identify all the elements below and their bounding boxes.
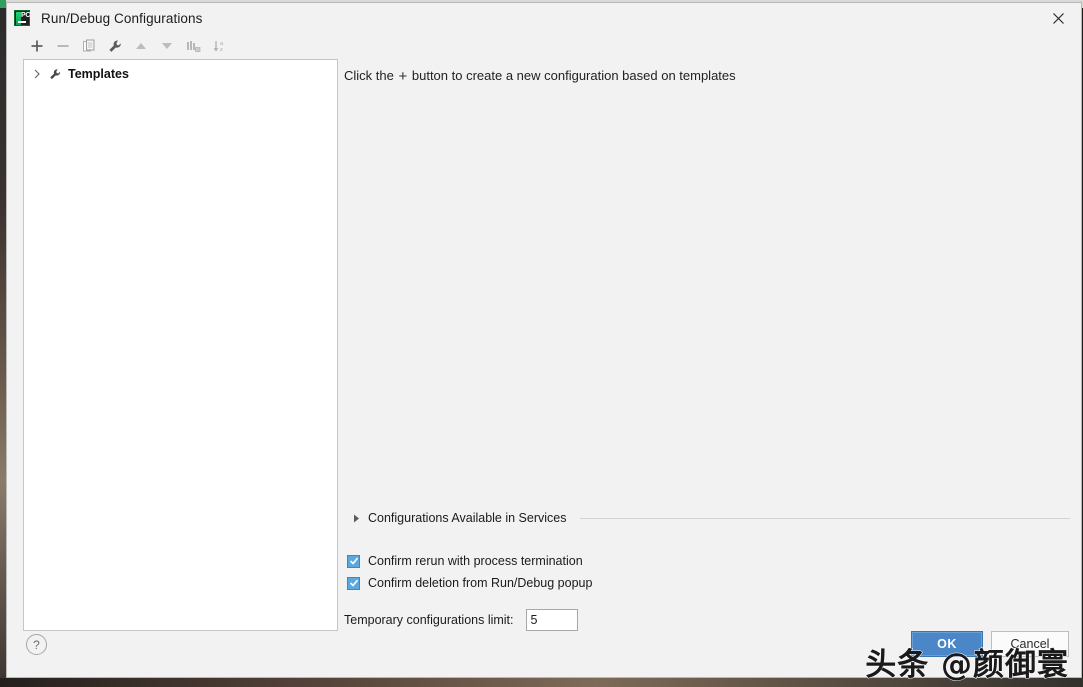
confirm-deletion-checkbox-row[interactable]: Confirm deletion from Run/Debug popup — [347, 576, 592, 590]
cancel-button[interactable]: Cancel — [991, 631, 1069, 657]
chevron-right-icon[interactable] — [30, 67, 44, 81]
confirm-rerun-checkbox[interactable] — [347, 554, 360, 568]
pycharm-icon: PC — [14, 10, 30, 26]
temporary-limit-label: Temporary configurations limit: — [344, 613, 514, 627]
folder-icon[interactable] — [181, 35, 205, 57]
confirm-rerun-checkbox-row[interactable]: Confirm rerun with process termination — [347, 554, 583, 568]
triangle-right-icon[interactable] — [351, 512, 361, 524]
sort-az-icon[interactable]: a z — [207, 35, 231, 57]
close-icon[interactable] — [1035, 3, 1081, 33]
empty-state-hint: Click the + button to create a new confi… — [344, 59, 1070, 84]
backdrop-bottom-strip — [0, 678, 1083, 687]
dialog-button-group: OK Cancel — [911, 631, 1069, 657]
ok-button[interactable]: OK — [911, 631, 983, 657]
temporary-limit-row: Temporary configurations limit: — [344, 609, 578, 631]
plus-icon: + — [398, 68, 408, 85]
pycharm-icon-underbar — [18, 21, 26, 23]
wrench-icon — [47, 66, 63, 82]
confirm-deletion-label: Confirm deletion from Run/Debug popup — [368, 576, 593, 590]
configuration-detail-panel: Click the + button to create a new confi… — [344, 59, 1070, 631]
dialog-title: Run/Debug Configurations — [41, 10, 203, 26]
tree-item-label: Templates — [68, 67, 129, 81]
run-debug-configurations-dialog: PC Run/Debug Configurations a z Template… — [6, 2, 1082, 678]
services-section-label: Configurations Available in Services — [368, 511, 567, 525]
configurations-toolbar: a z — [7, 33, 1081, 59]
arrow-down-icon[interactable] — [155, 35, 179, 57]
hint-prefix: Click the — [344, 68, 394, 83]
svg-text:z: z — [220, 47, 223, 53]
hint-suffix: button to create a new configuration bas… — [411, 68, 736, 83]
temporary-limit-input[interactable] — [525, 609, 578, 631]
services-section-header[interactable]: Configurations Available in Services — [344, 511, 1070, 525]
dialog-footer: ? OK Cancel — [7, 631, 1081, 679]
confirm-rerun-label: Confirm rerun with process termination — [368, 554, 583, 568]
tree-item-templates[interactable]: Templates — [24, 63, 337, 85]
copy-configuration-button[interactable] — [77, 35, 101, 57]
arrow-up-icon[interactable] — [129, 35, 153, 57]
section-divider — [579, 518, 1070, 519]
confirm-deletion-checkbox[interactable] — [347, 576, 360, 590]
wrench-icon[interactable] — [103, 35, 127, 57]
dialog-body: Templates Click the + button to create a… — [7, 59, 1081, 631]
help-icon[interactable]: ? — [26, 634, 47, 655]
add-configuration-button[interactable] — [25, 35, 49, 57]
pycharm-icon-text: PC — [21, 12, 31, 19]
dialog-titlebar: PC Run/Debug Configurations — [7, 3, 1081, 33]
configurations-tree-panel[interactable]: Templates — [23, 59, 338, 631]
remove-configuration-button[interactable] — [51, 35, 75, 57]
